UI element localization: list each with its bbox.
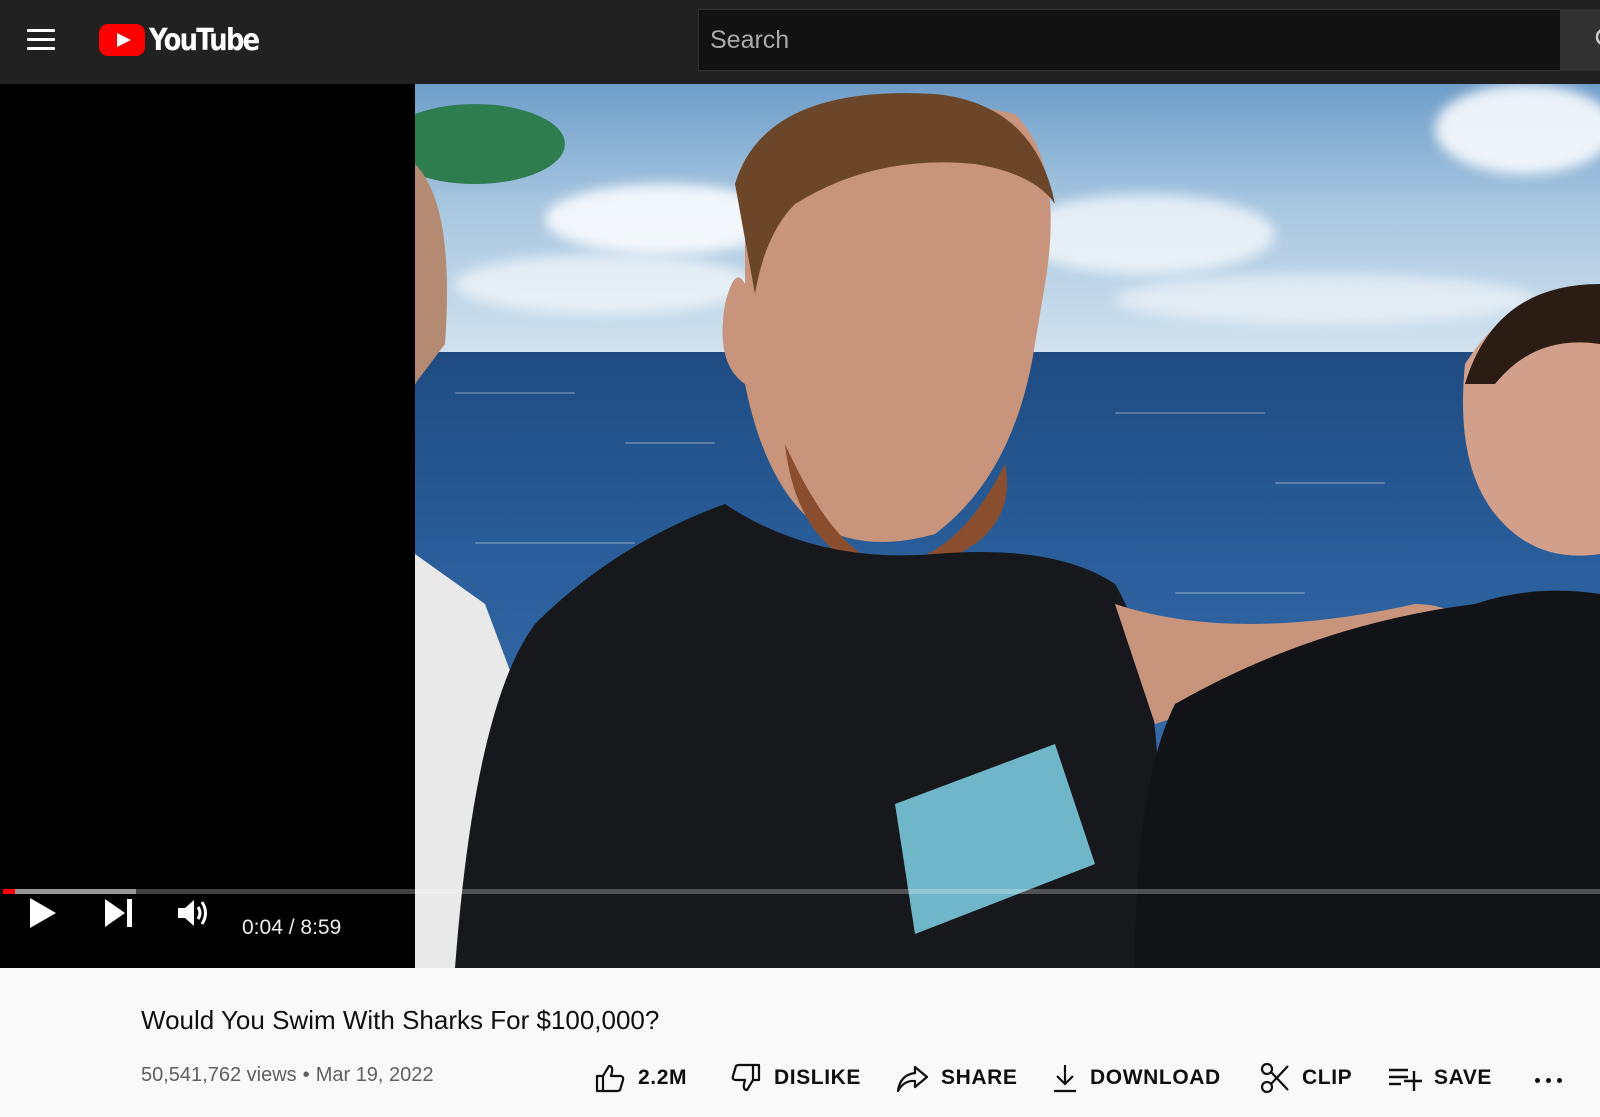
time-display: 0:04 / 8:59 xyxy=(242,916,341,940)
menu-icon[interactable] xyxy=(22,24,62,56)
duration: 8:59 xyxy=(300,916,342,939)
download-button[interactable]: DOWNLOAD xyxy=(1052,1060,1221,1096)
video-frame[interactable] xyxy=(415,84,1600,968)
scissors-icon xyxy=(1260,1062,1289,1094)
dislike-button[interactable]: DISLIKE xyxy=(730,1060,861,1096)
progress-buffered xyxy=(3,889,136,894)
search-box xyxy=(698,9,1560,71)
video-title: Would You Swim With Sharks For $100,000? xyxy=(141,1005,660,1035)
thumbs-down-icon xyxy=(731,1063,761,1092)
volume-icon[interactable] xyxy=(177,897,211,929)
top-bar: YouTube xyxy=(0,0,1600,84)
current-time: 0:04 xyxy=(242,916,283,939)
play-icon[interactable] xyxy=(28,896,58,930)
save-label: SAVE xyxy=(1434,1066,1493,1089)
like-button[interactable]: 2.2M xyxy=(594,1060,687,1096)
search-button[interactable] xyxy=(1560,9,1600,71)
save-button[interactable]: SAVE xyxy=(1388,1060,1492,1096)
share-button[interactable]: SHARE xyxy=(895,1060,1018,1096)
time-separator: / xyxy=(282,916,301,939)
youtube-logo[interactable]: YouTube xyxy=(99,22,276,58)
progress-bar[interactable] xyxy=(3,889,1600,894)
next-icon[interactable] xyxy=(104,898,134,928)
search-input[interactable] xyxy=(699,10,1560,70)
playlist-add-icon xyxy=(1389,1068,1422,1091)
search-icon xyxy=(1595,29,1600,45)
dislike-label: DISLIKE xyxy=(774,1066,862,1089)
share-icon xyxy=(896,1065,929,1093)
action-bar: 2.2M DISLIKE SHARE DOWNLOAD CLIP SAVE xyxy=(0,1060,1600,1096)
video-people xyxy=(415,93,1600,968)
clip-button[interactable]: CLIP xyxy=(1260,1060,1352,1096)
download-label: DOWNLOAD xyxy=(1090,1066,1221,1089)
youtube-logo-icon xyxy=(99,24,145,56)
like-count: 2.2M xyxy=(638,1066,688,1089)
more-actions-icon[interactable] xyxy=(1533,1064,1565,1092)
progress-played xyxy=(3,889,15,894)
thumbs-up-icon xyxy=(595,1064,625,1093)
clip-label: CLIP xyxy=(1302,1066,1353,1089)
video-player[interactable]: 0:04 / 8:59 xyxy=(0,84,1600,968)
download-icon xyxy=(1054,1065,1076,1093)
share-label: SHARE xyxy=(941,1066,1018,1089)
logo-text: YouTube xyxy=(149,22,260,58)
